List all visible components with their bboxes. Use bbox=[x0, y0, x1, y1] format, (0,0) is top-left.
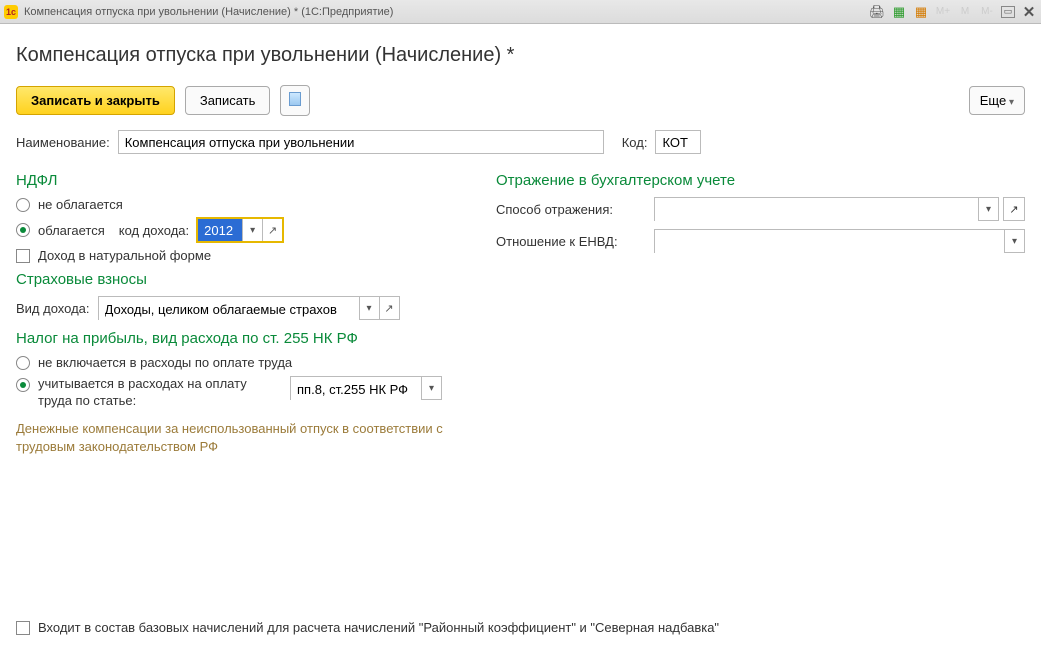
income-code-combo[interactable]: 2012 ▾ ↗ bbox=[197, 218, 283, 242]
window-titlebar: 1c Компенсация отпуска при увольнении (Н… bbox=[0, 0, 1041, 24]
report-icon bbox=[289, 92, 301, 106]
dropdown-icon[interactable]: ▾ bbox=[978, 198, 998, 220]
income-code-value[interactable]: 2012 bbox=[198, 219, 242, 241]
open-icon[interactable]: ↗ bbox=[1003, 197, 1025, 221]
m1-icon[interactable]: M+ bbox=[935, 4, 951, 20]
accounting-title: Отражение в бухгалтерском учете bbox=[496, 172, 1025, 189]
name-label: Наименование: bbox=[16, 135, 110, 150]
envd-row: Отношение к ЕНВД: ▾ bbox=[496, 229, 1025, 253]
dropdown-icon[interactable]: ▾ bbox=[421, 377, 441, 399]
profit-included-label: учитывается в расходах на оплату труда п… bbox=[38, 376, 278, 410]
save-close-button[interactable]: Записать и закрыть bbox=[16, 86, 175, 115]
ndfl-title: НДФЛ bbox=[16, 172, 456, 189]
app-icon: 1c bbox=[4, 5, 18, 19]
insurance-title: Страховые взносы bbox=[16, 271, 456, 288]
calc-icon[interactable]: ▦ bbox=[891, 4, 907, 20]
income-type-row: Вид дохода: ▾ ↗ bbox=[16, 296, 456, 320]
profit-not-included-row[interactable]: не включается в расходы по оплате труда bbox=[16, 355, 456, 370]
profit-note: Денежные компенсации за неиспользованный… bbox=[16, 420, 456, 456]
print-icon[interactable]: 🖨 bbox=[869, 4, 885, 20]
radio-icon bbox=[16, 356, 30, 370]
radio-icon bbox=[16, 223, 30, 237]
code-input[interactable] bbox=[655, 130, 701, 154]
calendar-icon[interactable]: ▦ bbox=[913, 4, 929, 20]
envd-input[interactable] bbox=[655, 230, 1004, 254]
article-input[interactable] bbox=[291, 377, 421, 401]
toolbar: Записать и закрыть Записать Еще bbox=[16, 85, 1025, 116]
minimize-icon[interactable]: ▭ bbox=[1001, 6, 1015, 18]
dropdown-icon[interactable]: ▾ bbox=[242, 219, 262, 241]
m3-icon[interactable]: M- bbox=[979, 4, 995, 20]
envd-combo[interactable]: ▾ bbox=[654, 229, 1025, 253]
ndfl-taxed-row[interactable]: облагается код дохода: 2012 ▾ ↗ bbox=[16, 218, 456, 242]
income-code-label: код дохода: bbox=[119, 223, 189, 238]
open-icon[interactable]: ↗ bbox=[262, 219, 282, 241]
dropdown-icon[interactable]: ▾ bbox=[1004, 230, 1024, 252]
ndfl-not-taxed-label: не облагается bbox=[38, 197, 123, 212]
close-icon[interactable]: ✕ bbox=[1021, 4, 1037, 20]
natural-income-label: Доход в натуральной форме bbox=[38, 248, 211, 263]
method-row: Способ отражения: ▾ ↗ bbox=[496, 197, 1025, 221]
article-combo[interactable]: ▾ bbox=[290, 376, 442, 400]
page-title: Компенсация отпуска при увольнении (Начи… bbox=[16, 44, 1025, 67]
checkbox-icon bbox=[16, 249, 30, 263]
profit-included-row[interactable]: учитывается в расходах на оплату труда п… bbox=[16, 376, 456, 410]
natural-income-row[interactable]: Доход в натуральной форме bbox=[16, 248, 456, 263]
window-title: Компенсация отпуска при увольнении (Начи… bbox=[24, 6, 393, 18]
envd-label: Отношение к ЕНВД: bbox=[496, 234, 646, 249]
more-button[interactable]: Еще bbox=[969, 86, 1025, 115]
window-tools: 🖨 ▦ ▦ M+ M M- ▭ ✕ bbox=[869, 4, 1037, 20]
base-calc-label: Входит в состав базовых начислений для р… bbox=[38, 620, 719, 635]
save-button[interactable]: Записать bbox=[185, 86, 271, 115]
radio-icon bbox=[16, 378, 30, 392]
method-combo[interactable]: ▾ bbox=[654, 197, 999, 221]
profit-not-included-label: не включается в расходы по оплате труда bbox=[38, 355, 292, 370]
ndfl-not-taxed-row[interactable]: не облагается bbox=[16, 197, 456, 212]
ndfl-taxed-label: облагается bbox=[38, 223, 105, 238]
base-calc-check-row[interactable]: Входит в состав базовых начислений для р… bbox=[16, 620, 719, 635]
code-label: Код: bbox=[622, 135, 648, 150]
income-type-label: Вид дохода: bbox=[16, 301, 90, 316]
open-icon[interactable]: ↗ bbox=[379, 297, 399, 319]
dropdown-icon[interactable]: ▾ bbox=[359, 297, 379, 319]
method-label: Способ отражения: bbox=[496, 202, 646, 217]
radio-icon bbox=[16, 198, 30, 212]
checkbox-icon bbox=[16, 621, 30, 635]
profit-tax-title: Налог на прибыль, вид расхода по ст. 255… bbox=[16, 330, 456, 347]
report-button[interactable] bbox=[280, 85, 310, 116]
name-row: Наименование: Код: bbox=[16, 130, 1025, 154]
income-type-combo[interactable]: ▾ ↗ bbox=[98, 296, 400, 320]
income-type-input[interactable] bbox=[99, 297, 359, 321]
method-input[interactable] bbox=[655, 198, 978, 222]
m2-icon[interactable]: M bbox=[957, 4, 973, 20]
name-input[interactable] bbox=[118, 130, 604, 154]
